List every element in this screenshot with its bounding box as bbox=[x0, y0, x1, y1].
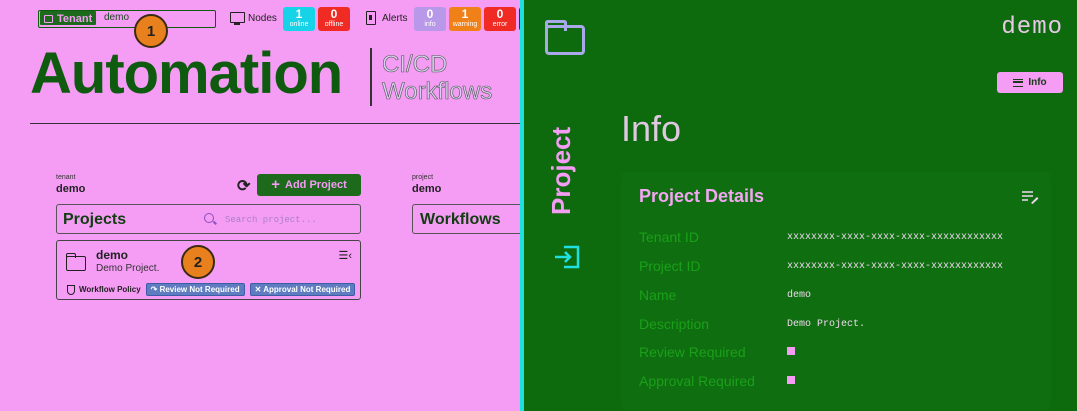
projects-tenant-value: demo bbox=[56, 183, 86, 195]
projects-title: Projects bbox=[63, 211, 127, 228]
project-vertical-tab[interactable]: Project bbox=[546, 127, 577, 215]
description-label: Description bbox=[639, 316, 710, 332]
folder-icon bbox=[65, 253, 86, 271]
tenant-id-value: xxxxxxxx-xxxx-xxxx-xxxx-xxxxxxxxxxxx bbox=[787, 232, 1004, 243]
tenant-caption: tenant bbox=[56, 174, 76, 181]
name-label: Name bbox=[639, 287, 677, 303]
description-value: Demo Project. bbox=[787, 319, 866, 330]
refresh-icon[interactable]: ⟳ bbox=[237, 176, 250, 196]
offline-label: offline bbox=[324, 21, 344, 28]
workflows-title: Workflows bbox=[420, 211, 501, 228]
subtitle-line-2: Workflows bbox=[382, 78, 493, 106]
tenant-id-label: Tenant ID bbox=[639, 229, 699, 245]
edit-list-icon[interactable] bbox=[1021, 190, 1039, 204]
online-label: online bbox=[289, 21, 309, 28]
title-divider bbox=[370, 48, 372, 106]
review-status-badge: ↷ Review Not Required bbox=[145, 283, 245, 296]
info-button[interactable]: Info bbox=[997, 72, 1063, 93]
project-details-card: Project Details Tenant ID xxxxxxxx-xxxx-… bbox=[621, 172, 1051, 410]
nodes-online-badge[interactable]: 1 online bbox=[283, 7, 315, 31]
alerts-warning-badge[interactable]: 1 warning bbox=[449, 7, 481, 31]
list-icon bbox=[1013, 78, 1024, 87]
project-details-title: Project Details bbox=[639, 186, 765, 206]
search-project-input[interactable] bbox=[225, 212, 355, 227]
page-title: Automation bbox=[30, 41, 343, 106]
name-value: demo bbox=[787, 290, 812, 301]
info-label: info bbox=[424, 21, 436, 28]
project-tags: Workflow Policy ↷ Review Not Required ✕ … bbox=[67, 283, 356, 296]
annotation-marker-2: 2 bbox=[181, 245, 215, 279]
plus-icon: + bbox=[271, 176, 281, 193]
tenant-icon bbox=[44, 14, 53, 23]
approval-status-label: Approval Not Required bbox=[263, 285, 351, 294]
offline-count: 0 bbox=[330, 7, 338, 21]
approval-status-badge: ✕ Approval Not Required bbox=[249, 283, 356, 296]
page-subtitle: CI/CD Workflows bbox=[382, 51, 493, 106]
warning-count: 1 bbox=[461, 7, 469, 21]
folder-icon[interactable] bbox=[545, 20, 585, 55]
search-icon bbox=[204, 213, 214, 223]
header-divider bbox=[30, 123, 524, 124]
main-panel: Tenant demo 1 Nodes 1 online 0 offline A… bbox=[0, 0, 524, 411]
error-count: 0 bbox=[496, 7, 504, 21]
alerts-info-badge[interactable]: 0 info bbox=[414, 7, 446, 31]
project-menu-icon[interactable]: ☰‹ bbox=[338, 249, 352, 262]
login-icon[interactable] bbox=[552, 244, 582, 270]
info-count: 0 bbox=[426, 7, 434, 21]
alert-icon bbox=[366, 11, 376, 25]
online-count: 1 bbox=[295, 7, 303, 21]
workflow-policy-tag: Workflow Policy bbox=[67, 284, 141, 295]
shield-icon bbox=[67, 284, 75, 295]
alerts-error-badge[interactable]: 0 error bbox=[484, 7, 516, 31]
workflows-project-value: demo bbox=[412, 183, 442, 195]
panel-edge bbox=[520, 0, 524, 411]
project-id-value: xxxxxxxx-xxxx-xxxx-xxxx-xxxxxxxxxxxx bbox=[787, 261, 1004, 272]
workflow-policy-label: Workflow Policy bbox=[79, 285, 141, 294]
alerts-label: Alerts bbox=[382, 13, 408, 24]
project-caption: project bbox=[412, 174, 434, 181]
project-id-label: Project ID bbox=[639, 258, 701, 274]
approval-required-label: Approval Required bbox=[639, 373, 755, 389]
add-project-label: Add Project bbox=[285, 179, 347, 191]
nodes-label: Nodes bbox=[248, 13, 277, 24]
monitor-icon bbox=[230, 12, 245, 25]
approval-required-indicator bbox=[787, 376, 795, 384]
projects-header: Projects bbox=[56, 204, 361, 234]
tenant-label: Tenant bbox=[57, 12, 93, 25]
tenant-chip[interactable]: Tenant bbox=[40, 11, 97, 25]
review-required-indicator bbox=[787, 347, 795, 355]
project-description: Demo Project. bbox=[96, 263, 160, 274]
subtitle-line-1: CI/CD bbox=[382, 51, 448, 79]
project-name: demo bbox=[96, 248, 129, 262]
review-status-label: Review Not Required bbox=[159, 285, 240, 294]
warning-label: warning bbox=[452, 21, 478, 28]
review-required-label: Review Required bbox=[639, 344, 746, 360]
info-heading: Info bbox=[621, 108, 682, 149]
project-drawer: Project demo Info Info Project Details T… bbox=[524, 0, 1077, 411]
nodes-offline-badge[interactable]: 0 offline bbox=[318, 7, 350, 31]
tenant-value: demo bbox=[104, 12, 130, 23]
add-project-button[interactable]: + Add Project bbox=[257, 174, 361, 196]
workflows-header: Workflows bbox=[412, 204, 524, 234]
info-button-label: Info bbox=[1028, 77, 1047, 88]
error-label: error bbox=[492, 21, 508, 28]
project-title: demo bbox=[1001, 14, 1063, 41]
